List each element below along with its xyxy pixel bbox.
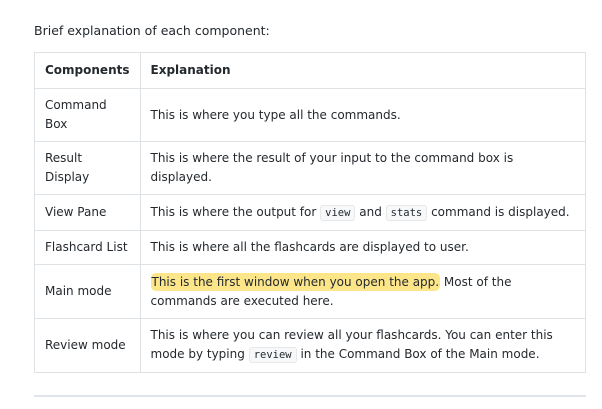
intro-text: Brief explanation of each component: <box>34 23 270 38</box>
table-row: Result Display This is where the result … <box>34 141 586 195</box>
explanation-cell: This is where all the flashcards are dis… <box>139 230 586 265</box>
text: and <box>355 204 386 219</box>
text: This is where the output for <box>150 204 321 219</box>
component-cell: Flashcard List <box>34 230 141 265</box>
table-row: View Pane This is where the output for v… <box>34 194 586 231</box>
horizontal-rule <box>34 395 586 397</box>
component-cell: View Pane <box>34 194 141 231</box>
explanation-cell: This is the first window when you open t… <box>139 264 586 319</box>
explanation-cell: This is where you can review all your fl… <box>139 318 586 373</box>
code-view: view <box>320 204 356 221</box>
component-cell: Main mode <box>34 264 141 319</box>
code-stats: stats <box>385 204 428 221</box>
component-cell: Command Box <box>34 88 141 142</box>
text: in the Command Box of the Main mode. <box>296 347 540 361</box>
table-row: Command Box This is where you type all t… <box>34 88 586 142</box>
code-review: review <box>248 347 297 363</box>
header-components: Components <box>34 52 141 89</box>
explanation-cell: This is where the output for view and st… <box>139 194 586 231</box>
explanation-cell: This is where the result of your input t… <box>139 141 586 195</box>
component-cell: Result Display <box>34 141 141 195</box>
explanation-cell: This is where you type all the commands. <box>139 88 586 142</box>
table-row: Main mode This is the first window when … <box>34 264 586 319</box>
header-explanation: Explanation <box>139 52 586 89</box>
table-row: Review mode This is where you can review… <box>34 318 586 373</box>
component-cell: Review mode <box>34 318 141 373</box>
highlighted-text: This is the first window when you open t… <box>150 272 441 291</box>
text: command is displayed. <box>427 204 570 219</box>
table-row: Flashcard List This is where all the fla… <box>34 230 586 265</box>
components-table: Components Explanation Command Box This … <box>34 52 586 373</box>
table-header-row: Components Explanation <box>34 52 586 89</box>
